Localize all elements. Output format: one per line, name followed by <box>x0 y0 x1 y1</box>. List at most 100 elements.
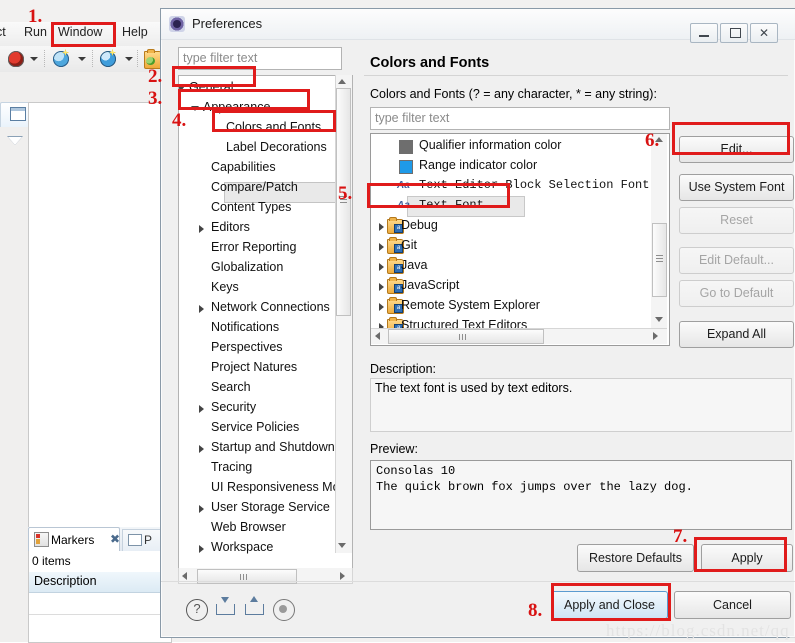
chevron-down-icon[interactable] <box>78 57 86 61</box>
go-to-default-button: Go to Default <box>679 280 794 307</box>
tree-item-label: UI Responsiveness Monitoring <box>211 480 352 494</box>
annotation-box-text-font <box>367 183 510 208</box>
colors-fonts-scroll-thumb[interactable] <box>652 223 667 297</box>
chevron-right-icon[interactable] <box>379 283 384 291</box>
scroll-left-icon[interactable] <box>182 572 187 580</box>
chevron-down-icon[interactable] <box>30 57 38 61</box>
record-icon[interactable] <box>273 599 295 621</box>
colors-fonts-item-javascript[interactable]: a JavaScript <box>371 276 667 296</box>
dialog-titlebar[interactable]: Preferences ✕ <box>161 9 795 43</box>
minimize-button[interactable] <box>690 23 718 43</box>
tree-item-notifications[interactable]: Notifications <box>179 318 352 338</box>
chevron-right-icon[interactable] <box>199 505 204 513</box>
colors-fonts-label: Colors and Fonts (? = any character, * =… <box>370 87 657 101</box>
annotation-step-3: 3. <box>148 88 163 109</box>
tree-item-label: Workspace <box>211 540 274 554</box>
tree-item-label: Startup and Shutdown <box>211 440 335 454</box>
scroll-down-icon[interactable] <box>655 317 663 322</box>
tree-item-network-connections[interactable]: Network Connections <box>179 298 352 318</box>
tree-item-label: Perspectives <box>211 340 283 354</box>
export-icon[interactable] <box>244 596 264 619</box>
chevron-right-icon[interactable] <box>199 305 204 313</box>
import-icon[interactable] <box>215 597 235 619</box>
color-swatch-icon <box>399 140 413 154</box>
preferences-icon <box>169 16 185 32</box>
scroll-down-icon[interactable] <box>338 543 346 548</box>
tree-item-perspectives[interactable]: Perspectives <box>179 338 352 358</box>
run-globe-icon[interactable] <box>53 49 69 67</box>
close-icon[interactable]: ✖ <box>110 532 120 546</box>
scroll-right-icon[interactable] <box>340 572 345 580</box>
chevron-right-icon[interactable] <box>199 225 204 233</box>
help-icon[interactable]: ? <box>186 599 208 621</box>
tree-item-security[interactable]: Security <box>179 398 352 418</box>
colors-fonts-item-java[interactable]: a Java <box>371 256 667 276</box>
colors-fonts-item-range-indicator-color[interactable]: Range indicator color <box>371 156 667 176</box>
menu-item-help[interactable]: Help <box>122 25 148 39</box>
tree-item-label: Project Natures <box>211 360 298 374</box>
tree-item-error-reporting[interactable]: Error Reporting <box>179 238 352 258</box>
chevron-right-icon[interactable] <box>199 445 204 453</box>
tree-item-label: Notifications <box>211 320 280 334</box>
colors-fonts-item-label: Git <box>401 238 417 252</box>
cancel-button[interactable]: Cancel <box>674 591 791 619</box>
tree-item-project-natures[interactable]: Project Natures <box>179 358 352 378</box>
expand-all-button[interactable]: Expand All <box>679 321 794 348</box>
colors-fonts-item-label: JavaScript <box>401 278 460 292</box>
tree-item-label: Search <box>211 380 251 394</box>
tree-item-globalization[interactable]: Globalization <box>179 258 352 278</box>
chevron-down-icon[interactable] <box>125 57 133 61</box>
colors-fonts-item-qualifier-information-color[interactable]: Qualifier information color <box>371 136 667 156</box>
chevron-right-icon[interactable] <box>379 243 384 251</box>
tree-item-label: Tracing <box>211 460 253 474</box>
tree-item-service-policies[interactable]: Service Policies <box>179 418 352 438</box>
page-title: Colors and Fonts <box>370 55 490 71</box>
watermark-text: https://blog.csdn.net/qq_32892383 <box>606 621 795 640</box>
close-button[interactable]: ✕ <box>750 23 778 43</box>
color-swatch-icon <box>399 160 413 174</box>
chevron-right-icon[interactable] <box>199 545 204 553</box>
colors-fonts-tree[interactable]: Qualifier information color Range indicat… <box>370 133 670 346</box>
tree-item-label: Compare/Patch <box>211 180 298 194</box>
tree-item-label: Web Browser <box>211 520 286 534</box>
tree-item-search[interactable]: Search <box>179 378 352 398</box>
annotation-box-apply-and-close <box>551 583 671 621</box>
scroll-right-icon[interactable] <box>653 332 658 340</box>
tree-item-capabilities[interactable]: Capabilities <box>179 158 352 178</box>
editor-area[interactable] <box>28 102 172 529</box>
colors-fonts-item-debug[interactable]: a Debug <box>371 216 667 236</box>
chevron-right-icon[interactable] <box>379 263 384 271</box>
tree-item-web-browser[interactable]: Web Browser <box>179 518 352 538</box>
tree-item-workspace[interactable]: Workspace <box>179 538 352 558</box>
colors-fonts-item-remote-system-explorer[interactable]: a Remote System Explorer <box>371 296 667 316</box>
chevron-right-icon[interactable] <box>379 223 384 231</box>
tree-item-editors[interactable]: Editors <box>179 218 352 238</box>
debug-icon[interactable] <box>8 51 24 67</box>
colors-fonts-hscroll-thumb[interactable] <box>388 329 544 344</box>
tree-item-label: Security <box>211 400 257 414</box>
toolbar-separator <box>92 50 94 67</box>
maximize-button[interactable] <box>720 23 748 43</box>
tree-item-compare-patch[interactable]: Compare/Patch <box>179 178 352 198</box>
chevron-right-icon[interactable] <box>199 405 204 413</box>
preferences-tree[interactable]: General Appearance Colors and Fonts Label D… <box>178 75 353 570</box>
tree-item-content-types[interactable]: Content Types <box>179 198 352 218</box>
tree-item-startup-and-shutdown[interactable]: Startup and Shutdown <box>179 438 352 458</box>
colors-fonts-item-git[interactable]: a Git <box>371 236 667 256</box>
tree-item-tracing[interactable]: Tracing <box>179 458 352 478</box>
colors-fonts-item-label: Qualifier information color <box>419 138 562 152</box>
scroll-up-icon[interactable] <box>338 79 346 84</box>
scroll-left-icon[interactable] <box>375 332 380 340</box>
annotation-box-general <box>172 66 256 87</box>
restore-view-icon[interactable] <box>10 107 26 121</box>
server-icon[interactable] <box>100 49 116 67</box>
menu-item-project[interactable]: ct <box>0 25 6 39</box>
tree-item-ui-responsiveness-monitoring[interactable]: UI Responsiveness Monitoring <box>179 478 352 498</box>
tree-item-user-storage-service[interactable]: User Storage Service <box>179 498 352 518</box>
tree-item-label-decorations[interactable]: Label Decorations <box>179 138 352 158</box>
chevron-right-icon[interactable] <box>379 303 384 311</box>
restore-defaults-button[interactable]: Restore Defaults <box>577 544 694 572</box>
annotation-step-5: 5. <box>338 183 353 204</box>
use-system-font-button[interactable]: Use System Font <box>679 174 794 201</box>
tree-item-keys[interactable]: Keys <box>179 278 352 298</box>
